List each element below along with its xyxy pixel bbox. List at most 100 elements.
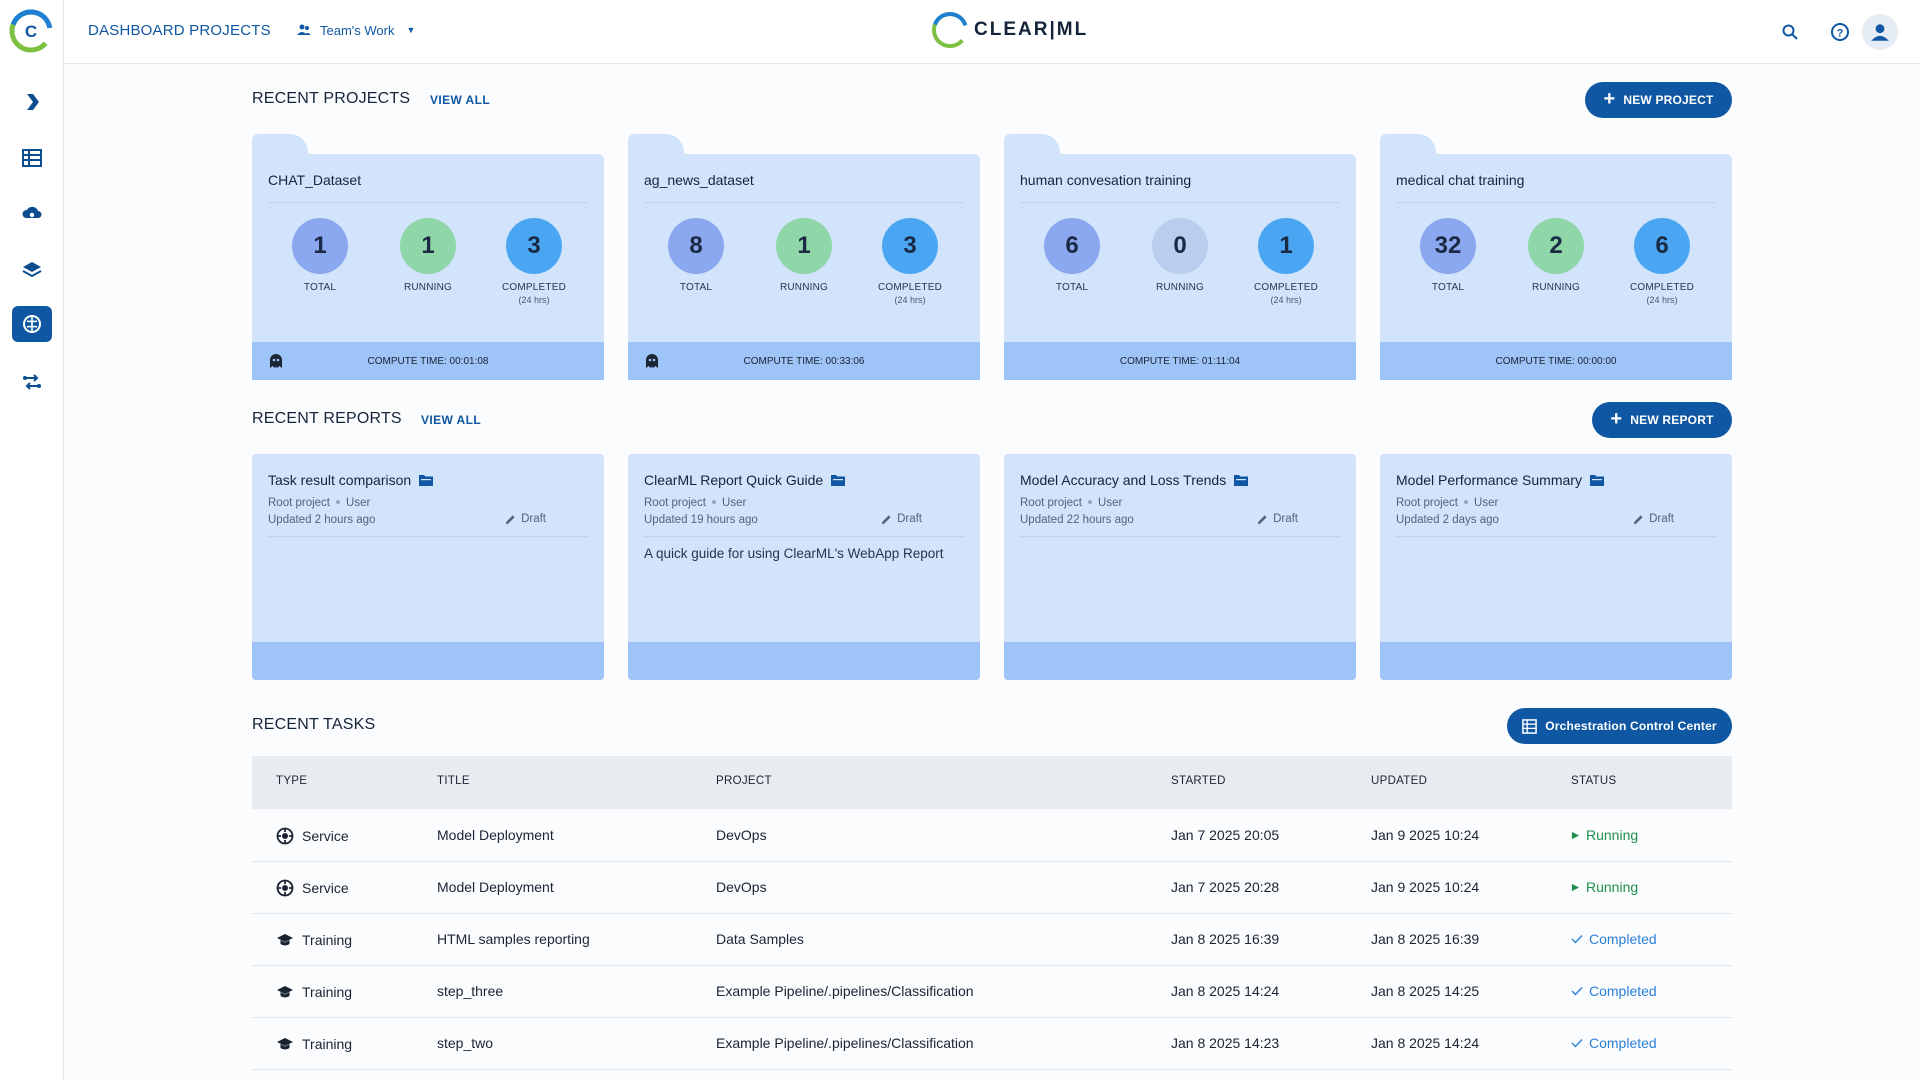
column-header-title[interactable]: TITLE	[437, 775, 470, 787]
report-card-footer	[1380, 642, 1732, 680]
report-status: Draft	[881, 513, 922, 525]
project-card[interactable]: medical chat training 32 TOTAL 2 RUNNING…	[1380, 134, 1732, 380]
orchestration-label: Orchestration Control Center	[1545, 719, 1717, 733]
column-header-type[interactable]: TYPE	[276, 775, 307, 787]
new-report-button[interactable]: + NEW REPORT	[1592, 402, 1732, 438]
pencil-icon	[505, 514, 515, 524]
task-updated: Jan 8 2025 16:39	[1371, 931, 1480, 947]
column-header-started[interactable]: STARTED	[1171, 775, 1226, 787]
table-row[interactable]: Service Model Deployment DevOps Jan 7 20…	[252, 810, 1732, 862]
brand-text: CLEAR|ML	[974, 19, 1089, 40]
report-card[interactable]: ClearML Report Quick Guide Root project U…	[628, 454, 980, 680]
task-project[interactable]: Example Pipeline/.pipelines/Classificati…	[716, 1035, 974, 1051]
project-name[interactable]: ag_news_dataset	[644, 172, 754, 188]
report-meta: Root project User	[268, 497, 370, 509]
report-card[interactable]: Model Performance Summary Root project Us…	[1380, 454, 1732, 680]
sidebar-item-pipelines[interactable]	[12, 364, 52, 400]
play-icon	[27, 94, 39, 110]
task-project[interactable]: Example Pipeline/.pipelines/Classificati…	[716, 983, 974, 999]
report-card-footer	[252, 642, 604, 680]
sidebar-item-experiments[interactable]	[12, 140, 52, 176]
task-title[interactable]: Model Deployment	[437, 827, 554, 843]
projects-view-all-link[interactable]: VIEW ALL	[430, 93, 490, 107]
column-header-updated[interactable]: UPDATED	[1371, 775, 1427, 787]
workspace-selector[interactable]: Team's Work ▼	[296, 22, 415, 38]
task-project[interactable]: DevOps	[716, 827, 767, 843]
project-card[interactable]: human convesation training 6 TOTAL 0 RUN…	[1004, 134, 1356, 380]
task-project[interactable]: DevOps	[716, 879, 767, 895]
orchestration-control-center-button[interactable]: Orchestration Control Center	[1507, 708, 1732, 744]
report-card[interactable]: Model Accuracy and Loss Trends Root proj…	[1004, 454, 1356, 680]
table-row[interactable]: Training step_two Example Pipeline/.pipe…	[252, 1018, 1732, 1070]
report-title[interactable]: Model Accuracy and Loss Trends	[1020, 472, 1249, 488]
task-started: Jan 8 2025 14:24	[1171, 983, 1280, 999]
task-status-text: Completed	[1589, 1035, 1657, 1051]
total-count-circle: 32	[1420, 218, 1476, 274]
stat-total: 6 TOTAL	[1024, 218, 1120, 293]
table-row[interactable]: Service Model Deployment DevOps Jan 7 20…	[252, 862, 1732, 914]
project-name[interactable]: medical chat training	[1396, 172, 1524, 188]
new-project-button[interactable]: + NEW PROJECT	[1585, 82, 1732, 118]
completed-count-circle: 3	[882, 218, 938, 274]
stat-running: 0 RUNNING	[1132, 218, 1228, 293]
separator-dot	[712, 499, 717, 504]
report-card-footer	[628, 642, 980, 680]
task-project[interactable]: Data Samples	[716, 931, 804, 947]
report-title[interactable]: Task result comparison	[268, 472, 434, 488]
task-title[interactable]: Model Deployment	[437, 879, 554, 895]
divider	[1396, 202, 1716, 203]
report-status: Draft	[505, 513, 546, 525]
task-title[interactable]: HTML samples reporting	[437, 931, 590, 947]
report-status: Draft	[1257, 513, 1298, 525]
completed-sub-label: (24 hrs)	[1646, 295, 1678, 305]
table-icon	[22, 149, 42, 167]
clearml-logo-icon[interactable]: C	[8, 8, 54, 54]
task-started: Jan 8 2025 16:39	[1171, 931, 1280, 947]
play-icon	[1571, 883, 1580, 891]
separator-dot	[1088, 499, 1093, 504]
divider	[644, 202, 964, 203]
help-button[interactable]: ?	[1828, 20, 1852, 44]
tasks-table-header: TYPE TITLE PROJECT STARTED UPDATED STATU…	[252, 756, 1732, 809]
task-status-text: Running	[1586, 879, 1639, 895]
sidebar-item-datasets[interactable]	[12, 252, 52, 288]
completed-label: COMPLETED	[1253, 282, 1319, 293]
sidebar-item-projects[interactable]	[12, 306, 52, 342]
sidebar-item-models[interactable]	[12, 196, 52, 232]
task-title[interactable]: step_two	[437, 1035, 493, 1051]
report-title[interactable]: ClearML Report Quick Guide	[644, 472, 846, 488]
project-card[interactable]: CHAT_Dataset 1 TOTAL 1 RUNNING 3 COMPLET…	[252, 134, 604, 380]
report-meta: Root project User	[644, 497, 746, 509]
report-title[interactable]: Model Performance Summary	[1396, 472, 1604, 488]
task-title[interactable]: step_three	[437, 983, 503, 999]
task-updated: Jan 9 2025 10:24	[1371, 879, 1480, 895]
breadcrumb[interactable]: DASHBOARD PROJECTS	[88, 22, 271, 39]
report-user: User	[1474, 497, 1499, 509]
sidebar-item-orchestration[interactable]	[12, 84, 52, 120]
task-started: Jan 7 2025 20:05	[1171, 827, 1280, 843]
report-card[interactable]: Task result comparison Root project User …	[252, 454, 604, 680]
task-status: Running	[1571, 879, 1638, 895]
project-card-footer: COMPUTE TIME: 00:33:06	[628, 342, 980, 380]
column-header-project[interactable]: PROJECT	[716, 775, 772, 787]
report-status-text: Draft	[1649, 513, 1674, 525]
project-name[interactable]: CHAT_Dataset	[268, 172, 361, 188]
search-button[interactable]	[1778, 20, 1802, 44]
avatar[interactable]	[1862, 14, 1898, 50]
svg-text:C: C	[25, 22, 37, 41]
report-card-footer	[1004, 642, 1356, 680]
task-status-text: Running	[1586, 827, 1639, 843]
column-header-status[interactable]: STATUS	[1571, 775, 1616, 787]
stat-completed: 3 COMPLETED (24 hrs)	[486, 218, 582, 305]
table-row[interactable]: Training HTML samples reporting Data Sam…	[252, 914, 1732, 966]
project-name[interactable]: human convesation training	[1020, 172, 1191, 188]
stat-total: 8 TOTAL	[648, 218, 744, 293]
task-status-text: Completed	[1589, 983, 1657, 999]
task-type: Service	[276, 879, 349, 897]
reports-view-all-link[interactable]: VIEW ALL	[421, 413, 481, 427]
report-status-text: Draft	[897, 513, 922, 525]
folder-icon	[1589, 475, 1604, 486]
table-row[interactable]: Training step_three Example Pipeline/.pi…	[252, 966, 1732, 1018]
stat-total: 32 TOTAL	[1400, 218, 1496, 293]
project-card[interactable]: ag_news_dataset 8 TOTAL 1 RUNNING 3 COMP…	[628, 134, 980, 380]
